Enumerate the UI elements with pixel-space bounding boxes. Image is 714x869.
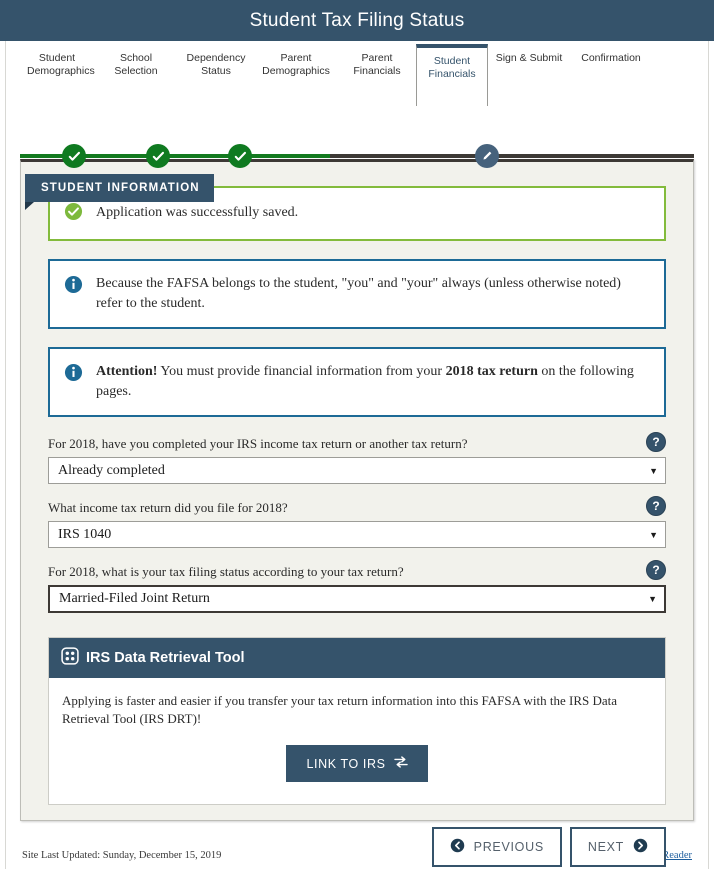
field-label: What income tax return did you file for … (48, 500, 288, 515)
page-title: Student Tax Filing Status (249, 9, 465, 31)
step-tab-label: Student Financials (428, 55, 476, 80)
step-tab-label: Sign & Submit (495, 52, 563, 64)
help-icon[interactable]: ? (646, 560, 666, 580)
form-field-3: For 2018, what is your tax filing status… (48, 560, 666, 613)
alert-attention-highlight: 2018 tax return (445, 364, 538, 379)
step-tab-label: School Selection (114, 52, 158, 77)
pencil-icon (483, 151, 492, 160)
field-label: For 2018, what is your tax filing status… (48, 564, 404, 579)
step-marker-student-financials[interactable] (475, 144, 499, 168)
step-tab-label: Student Demographics (27, 52, 95, 77)
select-value: Married-Filed Joint Return (59, 591, 210, 606)
help-icon[interactable]: ? (646, 432, 666, 452)
alert-info: Because the FAFSA belongs to the student… (48, 259, 666, 329)
previous-button-label: PREVIOUS (473, 840, 544, 854)
irs-drt-header: IRS Data Retrieval Tool (49, 638, 665, 678)
chevron-down-icon: ▼ (649, 465, 658, 476)
step-tab-label: Dependency Status (186, 52, 246, 77)
alert-attention-part1: You must provide financial information f… (157, 364, 446, 379)
irs-drt-body: Applying is faster and easier if you tra… (49, 678, 665, 804)
step-marker-student-demographics[interactable] (62, 144, 86, 168)
transfer-arrows-icon (393, 756, 408, 771)
select-value: Already completed (58, 462, 165, 478)
alert-attention-lead: Attention! (96, 364, 158, 379)
arrow-right-circle-icon (633, 838, 648, 856)
step-tab-confirmation[interactable]: Confirmation (570, 52, 652, 65)
page-frame: Student Demographics School Selection Depe… (5, 41, 709, 869)
section-ribbon: STUDENT INFORMATION (25, 174, 214, 210)
irs-drt-panel: IRS Data Retrieval Tool Applying is fast… (48, 637, 666, 805)
form-fields: For 2018, have you completed your IRS in… (48, 432, 666, 613)
chevron-down-icon: ▼ (648, 594, 657, 604)
ribbon-fold (25, 202, 34, 210)
select-dropdown-1[interactable]: Already completed ▼ (48, 457, 666, 484)
progress-rail (20, 154, 694, 158)
progress-steps: Student Demographics School Selection Depe… (6, 41, 708, 168)
step-tab-parent-financials[interactable]: Parent Financials (338, 52, 416, 78)
form-field-2: What income tax return did you file for … (48, 496, 666, 548)
arrow-left-circle-icon (450, 838, 465, 856)
info-circle-icon (64, 362, 96, 387)
step-tab-student-financials[interactable]: Student Financials (416, 44, 488, 106)
field-label: For 2018, have you completed your IRS in… (48, 436, 468, 451)
previous-button[interactable]: PREVIOUS (431, 827, 562, 867)
step-marker-dependency-status[interactable] (228, 144, 252, 168)
check-icon (234, 151, 246, 161)
chevron-down-icon: ▼ (649, 529, 658, 540)
step-tab-label: Parent Financials (353, 52, 401, 77)
info-circle-icon (64, 274, 96, 299)
form-field-1: For 2018, have you completed your IRS in… (48, 432, 666, 484)
step-tab-school-selection[interactable]: School Selection (94, 52, 178, 78)
select-dropdown-2[interactable]: IRS 1040 ▼ (48, 521, 666, 548)
section-ribbon-label: STUDENT INFORMATION (25, 174, 214, 202)
step-tab-student-demographics[interactable]: Student Demographics (20, 52, 95, 78)
step-tab-dependency-status[interactable]: Dependency Status (178, 52, 254, 78)
step-tab-parent-demographics[interactable]: Parent Demographics (254, 52, 338, 78)
select-value: IRS 1040 (58, 526, 112, 542)
step-tab-sign-submit[interactable]: Sign & Submit (488, 52, 570, 65)
check-icon (68, 151, 80, 161)
irs-drt-title: IRS Data Retrieval Tool (86, 650, 245, 666)
help-icon[interactable]: ? (646, 496, 666, 516)
next-button-label: NEXT (587, 840, 624, 854)
content-card: STUDENT INFORMATION Application was succ… (20, 159, 694, 867)
next-button[interactable]: NEXT (569, 827, 666, 867)
select-dropdown-3[interactable]: Married-Filed Joint Return ▼ (48, 585, 666, 613)
irs-dots-icon (61, 647, 79, 669)
step-tab-label: Parent Demographics (262, 52, 330, 77)
alert-info-text: Because the FAFSA belongs to the student… (96, 276, 621, 311)
navigation-buttons: PREVIOUS NEXT (21, 805, 693, 867)
link-to-irs-label: LINK TO IRS (306, 756, 386, 771)
alert-attention: Attention! You must provide financial in… (48, 347, 666, 417)
irs-drt-description: Applying is faster and easier if you tra… (62, 693, 618, 726)
alert-attention-text: Attention! You must provide financial in… (96, 362, 650, 402)
step-tab-label: Confirmation (581, 52, 641, 64)
check-icon (152, 151, 164, 161)
step-marker-school-selection[interactable] (146, 144, 170, 168)
link-to-irs-button[interactable]: LINK TO IRS (286, 745, 428, 782)
app-header: Student Tax Filing Status (0, 0, 714, 41)
